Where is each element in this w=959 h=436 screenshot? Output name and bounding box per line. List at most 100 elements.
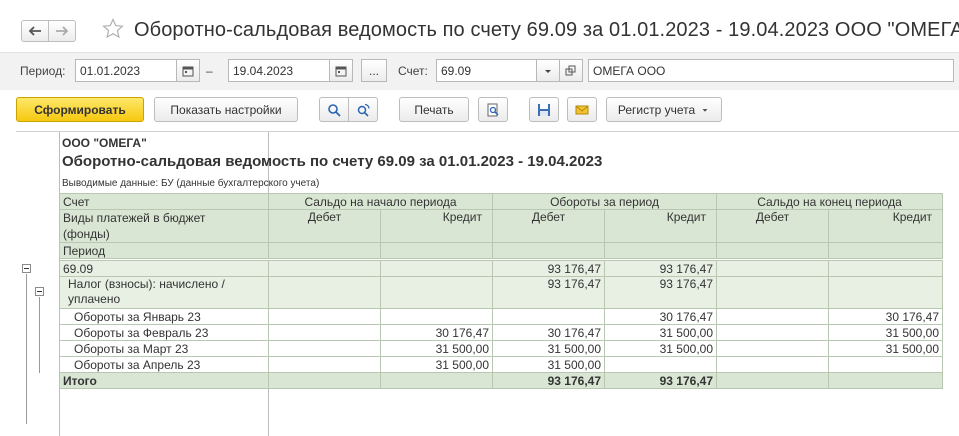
table-row[interactable]: Обороты за Март 23 31 500,00 31 500,00 3…	[59, 340, 944, 357]
register-dropdown-button[interactable]: Регистр учета	[606, 97, 722, 122]
period-label: Период:	[20, 64, 66, 78]
value-cell: 31 500,00	[828, 324, 944, 341]
show-settings-button[interactable]: Показать настройки	[154, 97, 298, 122]
account-open-button[interactable]	[559, 59, 583, 82]
table-row[interactable]: 69.09 93 176,47 93 176,47	[59, 260, 944, 277]
report-table: Счет Сальдо на начало периода Обороты за…	[59, 193, 944, 389]
value-cell	[716, 324, 830, 341]
header-payment-types-line1: Виды платежей в бюджет	[63, 211, 206, 225]
header-row: Счет Сальдо на начало периода Обороты за…	[59, 193, 944, 210]
date-from-calendar-button[interactable]	[176, 59, 200, 82]
header-credit: Кредит	[828, 209, 944, 243]
window-title: Оборотно-сальдовая ведомость по счету 69…	[134, 19, 959, 41]
date-from-input[interactable]: 01.01.2023	[75, 59, 177, 82]
table-row[interactable]: Налог (взносы): начислено / уплачено 93 1…	[59, 276, 944, 309]
value-cell	[716, 340, 830, 357]
header-row: Виды платежей в бюджет (фонды) Дебет Кред…	[59, 209, 944, 243]
collapse-icon[interactable]	[35, 287, 44, 296]
value-cell	[380, 372, 493, 389]
value-cell	[716, 276, 830, 309]
total-label: Итого	[59, 372, 269, 389]
value-cell: 93 176,47	[492, 276, 605, 309]
total-row[interactable]: Итого 93 176,47 93 176,47	[59, 372, 944, 389]
print-preview-icon	[487, 103, 499, 116]
register-button-label: Регистр учета	[617, 102, 696, 117]
value-cell	[268, 324, 381, 341]
value-cell	[828, 276, 944, 309]
value-cell	[268, 356, 381, 373]
arrow-left-icon	[28, 26, 41, 36]
report-organization: ООО "ОМЕГА"	[62, 136, 147, 150]
period-cell: Обороты за Март 23	[59, 340, 269, 357]
collapse-icon[interactable]	[22, 264, 31, 273]
value-cell: 30 176,47	[828, 308, 944, 325]
account-input[interactable]: 69.09	[436, 59, 537, 82]
envelope-icon	[575, 105, 589, 114]
back-button[interactable]	[21, 20, 49, 42]
value-cell: 93 176,47	[603, 260, 718, 277]
value-cell: 30 176,47	[492, 324, 605, 341]
organization-input[interactable]: ОМЕГА ООО	[588, 59, 954, 82]
header-payment-types-line2: (фонды)	[63, 227, 110, 241]
period-cell: Обороты за Январь 23	[59, 308, 269, 325]
payment-type-line2: уплачено	[68, 292, 121, 306]
value-cell	[268, 260, 381, 277]
header-debit: Дебет	[492, 209, 605, 243]
table-row[interactable]: Обороты за Январь 23 30 176,47 30 176,47	[59, 308, 944, 325]
date-to-calendar-button[interactable]	[329, 59, 353, 82]
value-cell: 31 500,00	[492, 356, 605, 373]
account-label: Счет:	[398, 64, 428, 78]
value-cell: 30 176,47	[380, 324, 493, 341]
open-icon	[565, 65, 576, 75]
forward-button[interactable]	[48, 20, 76, 42]
header-opening-balance: Сальдо на начало периода	[268, 193, 493, 210]
value-cell	[268, 372, 381, 389]
report-subtitle: Выводимые данные: БУ (данные бухгалтерск…	[62, 178, 320, 189]
account-dropdown-button[interactable]	[536, 59, 560, 82]
search-button[interactable]	[319, 97, 349, 122]
email-button[interactable]	[567, 97, 597, 122]
print-button[interactable]: Печать	[399, 97, 469, 122]
header-payment-types: Виды платежей в бюджет (фонды)	[59, 209, 269, 243]
tree-gutter	[16, 132, 59, 436]
arrow-right-icon	[56, 26, 69, 36]
header-turnover: Обороты за период	[491, 193, 718, 210]
value-cell: 31 500,00	[380, 340, 493, 357]
save-button[interactable]	[529, 97, 559, 122]
chevron-down-icon	[545, 69, 551, 73]
value-cell	[268, 308, 381, 325]
table-row[interactable]: Обороты за Апрель 23 31 500,00 31 500,00	[59, 356, 944, 373]
header-credit: Кредит	[603, 209, 718, 243]
tree-line	[26, 274, 27, 424]
value-cell	[828, 260, 944, 277]
value-cell	[828, 372, 944, 389]
period-cell: Обороты за Апрель 23	[59, 356, 269, 373]
generate-button[interactable]: Сформировать	[16, 97, 144, 122]
value-cell	[828, 356, 944, 373]
value-cell: 93 176,47	[603, 276, 718, 309]
value-cell	[380, 276, 493, 309]
header-period: Период	[59, 242, 269, 259]
value-cell: 31 500,00	[828, 340, 944, 357]
value-cell: 31 500,00	[492, 340, 605, 357]
print-preview-button[interactable]	[478, 97, 508, 122]
report-area: ООО "ОМЕГА" Оборотно-сальдовая ведомость…	[16, 131, 959, 436]
report-title: Оборотно-сальдовая ведомость по счету 69…	[62, 153, 603, 170]
period-select-button[interactable]: ...	[361, 59, 387, 82]
header-debit: Дебет	[268, 209, 381, 243]
period-dash: –	[206, 64, 213, 78]
header-debit: Дебет	[716, 209, 830, 243]
date-to-input[interactable]: 19.04.2023	[228, 59, 330, 82]
search-next-icon	[357, 103, 370, 117]
title-bar: Оборотно-сальдовая ведомость по счету 69…	[0, 0, 959, 52]
star-icon[interactable]	[101, 17, 125, 41]
header-account: Счет	[59, 193, 269, 210]
search-next-button[interactable]	[348, 97, 378, 122]
value-cell	[716, 356, 830, 373]
header-closing-balance: Сальдо на конец периода	[716, 193, 944, 210]
value-cell: 31 500,00	[603, 340, 718, 357]
tree-line	[39, 297, 40, 373]
value-cell: 93 176,47	[492, 372, 605, 389]
table-row[interactable]: Обороты за Февраль 23 30 176,47 30 176,4…	[59, 324, 944, 341]
value-cell: 93 176,47	[492, 260, 605, 277]
